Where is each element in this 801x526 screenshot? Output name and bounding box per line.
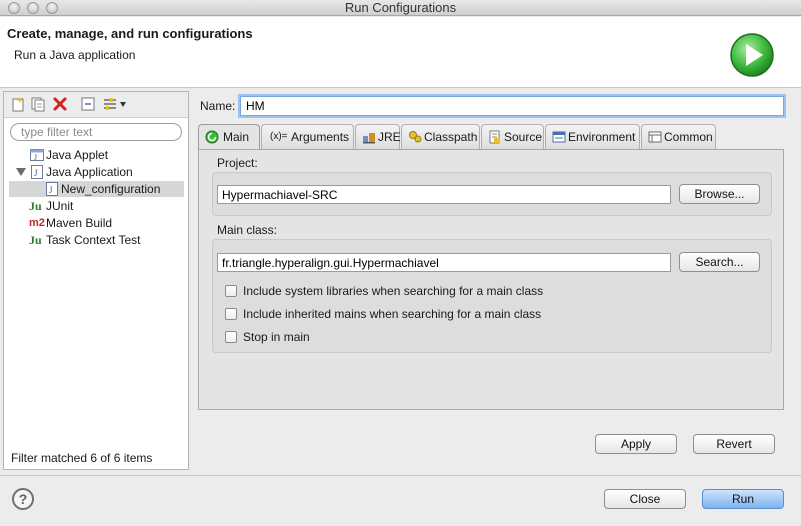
close-button[interactable]: Close [604,489,686,509]
checkbox-box[interactable] [225,331,237,343]
run-large-icon [730,33,774,77]
maven-m2-icon: m2 [29,217,45,229]
header-subtitle: Run a Java application [14,48,136,62]
collapse-all-icon[interactable] [80,96,96,112]
tab-common[interactable]: Common [641,124,716,150]
svg-text:J: J [34,153,37,162]
project-group: Browse... [212,172,772,216]
duplicate-configuration-icon[interactable] [30,96,46,112]
tab-source[interactable]: Source [481,124,544,150]
checkbox-box[interactable] [225,308,237,320]
delete-configuration-icon[interactable] [52,96,68,112]
main-class-label: Main class: [217,223,278,237]
configuration-editor: Name: Main (x)= Arguments JRE [192,91,801,471]
environment-icon [552,131,566,143]
classpath-icon [409,131,422,143]
tab-classpath[interactable]: Classpath [401,124,480,150]
main-class-group: Search... Include system libraries when … [212,239,772,353]
dialog-header: Create, manage, and run configurations R… [0,17,801,88]
configuration-list-panel: J Java Applet J Java Application J New_c… [3,91,189,470]
java-application-icon: J [31,165,43,179]
browse-button[interactable]: Browse... [679,184,760,204]
main-tab-icon [205,130,219,144]
footer-separator [0,475,801,476]
jre-icon [363,133,375,144]
tab-environment[interactable]: Environment [545,124,640,150]
filter-configurations-icon[interactable] [102,96,118,112]
window-title: Run Configurations [344,0,457,15]
expand-arrow-icon[interactable] [16,168,26,177]
source-icon [489,130,500,144]
checkbox-box[interactable] [225,285,237,297]
filter-status: Filter matched 6 of 6 items [11,451,153,465]
java-applet-icon: J [30,149,44,162]
search-button[interactable]: Search... [679,252,760,272]
java-config-icon: J [46,182,58,196]
config-toolbar [4,92,188,118]
svg-text:J: J [49,185,53,195]
chevron-down-icon[interactable] [120,102,126,107]
tab-arguments[interactable]: (x)= Arguments [261,124,354,150]
junit-icon: Ju [29,199,42,213]
tab-jre[interactable]: JRE [355,124,401,150]
help-icon[interactable]: ? [12,488,34,510]
new-configuration-icon[interactable] [10,96,26,112]
run-button[interactable]: Run [702,489,784,509]
tree-item-new-configuration[interactable]: J New_configuration [9,181,184,197]
tab-main[interactable]: Main [198,124,260,150]
task-context-test-icon: Ju [29,233,42,247]
common-icon [648,131,662,143]
main-class-input[interactable] [217,253,671,272]
title-bar: Run Configurations [0,0,801,16]
revert-button[interactable]: Revert [693,434,775,454]
main-tab-panel: Project: Browse... Main class: Search...… [198,149,784,410]
filter-input[interactable] [10,123,182,141]
project-label: Project: [217,156,258,170]
name-label: Name: [200,99,236,113]
header-title: Create, manage, and run configurations [7,26,253,41]
svg-text:J: J [34,168,38,178]
project-input[interactable] [217,185,671,204]
apply-button[interactable]: Apply [595,434,677,454]
arguments-icon: (x)= [270,131,288,142]
name-input[interactable] [240,96,784,116]
